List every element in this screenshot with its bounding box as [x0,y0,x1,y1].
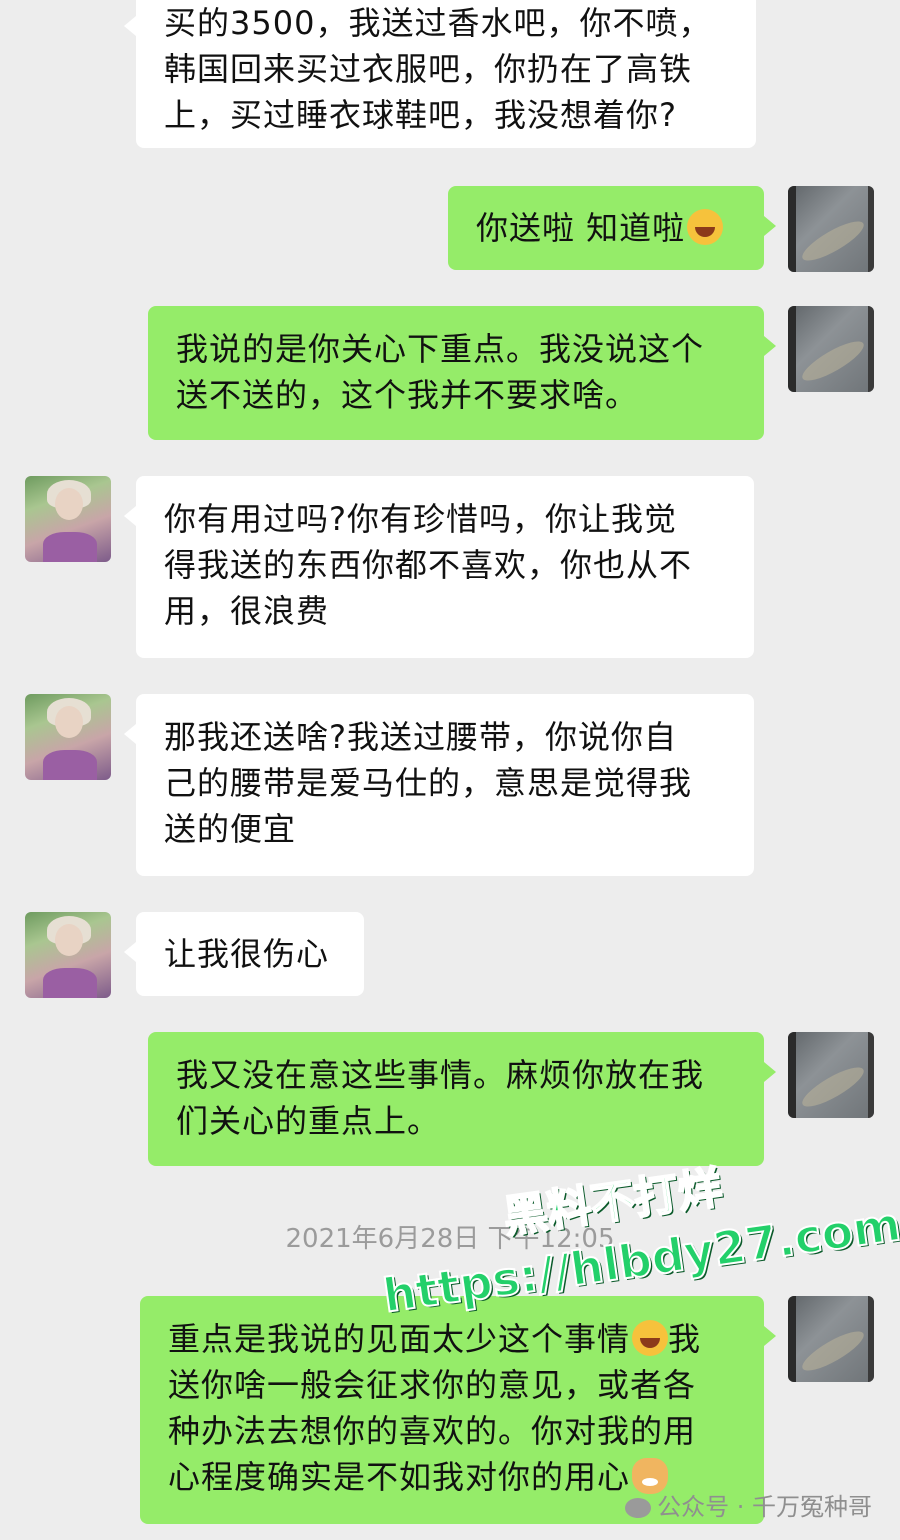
message-text: 们关心的重点上。 [176,1102,441,1140]
message-text: 己的腰带是爱马仕的，意思是觉得我 [164,764,693,802]
avatar-contact[interactable] [25,694,111,780]
message-text: 种办法去想你的喜欢的。你对我的用 [168,1412,697,1450]
message-text: 重点是我说的见面太少这个事情 [168,1320,631,1358]
avatar-self[interactable] [788,306,874,392]
message-text: 我又没在意这些事情。麻烦你放在我 [176,1056,705,1094]
avatar-self[interactable] [788,1032,874,1118]
message-text: 心程度确实是不如我对你的用心 [168,1458,631,1496]
message-text: 买的3500，我送过香水吧，你不喷， [164,4,712,42]
message-text: 那我还送啥?我送过腰带，你说你自 [164,718,677,756]
crying-emoji-icon [632,1320,669,1356]
message-text: 我 [668,1320,702,1358]
laughing-tears-emoji-icon [687,209,724,245]
wechat-icon [625,1498,652,1518]
chat-conversation: 买的3500，我送过香水吧，你不喷， 韩国回来买过衣服吧，你扔在了高铁 上，买过… [0,0,900,1540]
message-text: 送不送的，这个我并不要求啥。 [176,376,639,414]
source-label: 公众号 · 千万冤种哥 [625,1487,872,1522]
message-text: 让我很伤心 [164,935,330,973]
avatar-contact[interactable] [25,476,111,562]
avatar-contact[interactable] [25,912,111,998]
message-text: 送的便宜 [164,810,297,848]
message-text: 送你啥一般会征求你的意见，或者各 [168,1366,697,1404]
avatar-self[interactable] [788,186,874,272]
message-bubble-incoming[interactable]: 那我还送啥?我送过腰带，你说你自 己的腰带是爱马仕的，意思是觉得我 送的便宜 [124,694,754,876]
message-bubble-outgoing[interactable]: 我说的是你关心下重点。我没说这个 送不送的，这个我并不要求啥。 [148,306,776,440]
message-bubble-incoming[interactable]: 你有用过吗?你有珍惜吗，你让我觉 得我送的东西你都不喜欢，你也从不 用，很浪费 [124,476,754,658]
message-text: 我说的是你关心下重点。我没说这个 [176,330,705,368]
message-text: 用，很浪费 [164,592,330,630]
message-bubble-incoming[interactable]: 让我很伤心 [124,912,364,996]
message-bubble-outgoing[interactable]: 我又没在意这些事情。麻烦你放在我 们关心的重点上。 [148,1032,776,1166]
message-text: 得我送的东西你都不喜欢，你也从不 [164,546,693,584]
message-text: 你送啦 知道啦 [476,209,686,247]
avatar-self[interactable] [788,1296,874,1382]
message-text: 你有用过吗?你有珍惜吗，你让我觉 [164,500,677,538]
message-text: 韩国回来买过衣服吧，你扔在了高铁 [164,50,693,88]
message-text-line: 重点是我说的见面太少这个事情我 [168,1316,736,1362]
source-text: 公众号 · 千万冤种哥 [657,1493,872,1521]
message-bubble-outgoing[interactable]: 你送啦 知道啦 [448,186,776,270]
message-text: 上，买过睡衣球鞋吧，我没想着你? [164,96,677,134]
message-bubble-incoming[interactable]: 买的3500，我送过香水吧，你不喷， 韩国回来买过衣服吧，你扔在了高铁 上，买过… [124,0,756,148]
